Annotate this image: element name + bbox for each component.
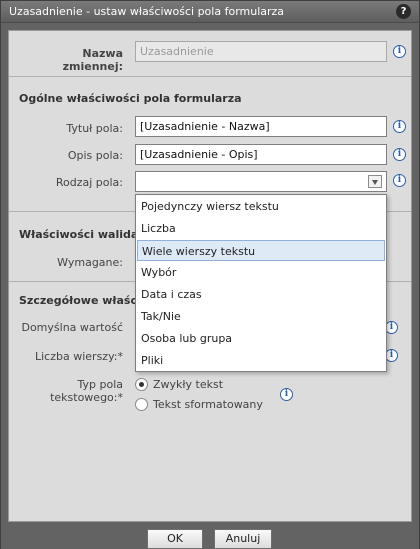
field-description-label: Opis pola: xyxy=(67,149,123,162)
help-icon[interactable]: ? xyxy=(396,4,411,19)
dropdown-option[interactable]: Pliki xyxy=(137,350,385,371)
button-bar: OK Anuluj xyxy=(1,524,419,549)
variable-name-label: Nazwa zmiennej: xyxy=(62,47,123,73)
formatted-text-radio-label: Tekst sformatowany xyxy=(153,398,263,411)
field-title-input[interactable]: [Uzasadnienie - Nazwa] xyxy=(135,116,387,137)
cancel-button[interactable]: Anuluj xyxy=(214,529,272,549)
dropdown-option-highlighted[interactable]: Wiele wierszy tekstu xyxy=(137,240,385,261)
dialog-title: Uzasadnienie - ustaw właściwości pola fo… xyxy=(9,5,285,18)
dropdown-option[interactable]: Osoba lub grupa xyxy=(137,328,385,349)
dropdown-option[interactable]: Liczba xyxy=(137,218,385,239)
title-bar[interactable]: Uzasadnienie - ustaw właściwości pola fo… xyxy=(1,1,419,23)
required-label: Wymagane: xyxy=(57,256,123,269)
dropdown-option[interactable]: Data i czas xyxy=(137,284,385,305)
field-type-info-icon[interactable]: i xyxy=(393,174,406,187)
dialog: Uzasadnienie - ustaw właściwości pola fo… xyxy=(0,0,420,549)
dropdown-option[interactable]: Wybór xyxy=(137,262,385,283)
section-divider xyxy=(9,76,411,77)
text-type-info-icon[interactable]: i xyxy=(280,388,293,401)
rows-count-label: Liczba wierszy:* xyxy=(35,350,123,363)
field-title-info-icon[interactable]: i xyxy=(393,120,406,133)
formatted-text-radio[interactable] xyxy=(135,398,148,411)
validation-section-heading: Właściwości walidacji xyxy=(19,228,153,241)
field-type-select[interactable] xyxy=(135,171,387,192)
dropdown-option[interactable]: Pojedynczy wiersz tekstu xyxy=(137,196,385,217)
field-description-input[interactable]: [Uzasadnienie - Opis] xyxy=(135,144,387,165)
default-value-label: Domyślna wartość xyxy=(21,321,123,334)
chevron-down-icon[interactable] xyxy=(368,175,382,188)
text-type-label-line2: tekstowego:* xyxy=(50,391,123,404)
field-type-label: Rodzaj pola: xyxy=(55,176,123,189)
field-description-info-icon[interactable]: i xyxy=(393,148,406,161)
variable-name-field: Uzasadnienie xyxy=(135,41,387,62)
field-title-label: Tytuł pola: xyxy=(66,122,123,135)
field-type-dropdown-list[interactable]: Pojedynczy wiersz tekstu Liczba Wiele wi… xyxy=(135,194,387,372)
plain-text-radio[interactable] xyxy=(135,378,148,391)
ok-button[interactable]: OK xyxy=(147,529,203,549)
variable-name-info-icon[interactable]: i xyxy=(393,45,406,58)
general-section-heading: Ogólne właściwości pola formularza xyxy=(19,92,242,105)
plain-text-radio-label: Zwykły tekst xyxy=(153,378,224,391)
dropdown-option[interactable]: Tak/Nie xyxy=(137,306,385,327)
text-type-label-line1: Typ pola xyxy=(77,378,123,391)
